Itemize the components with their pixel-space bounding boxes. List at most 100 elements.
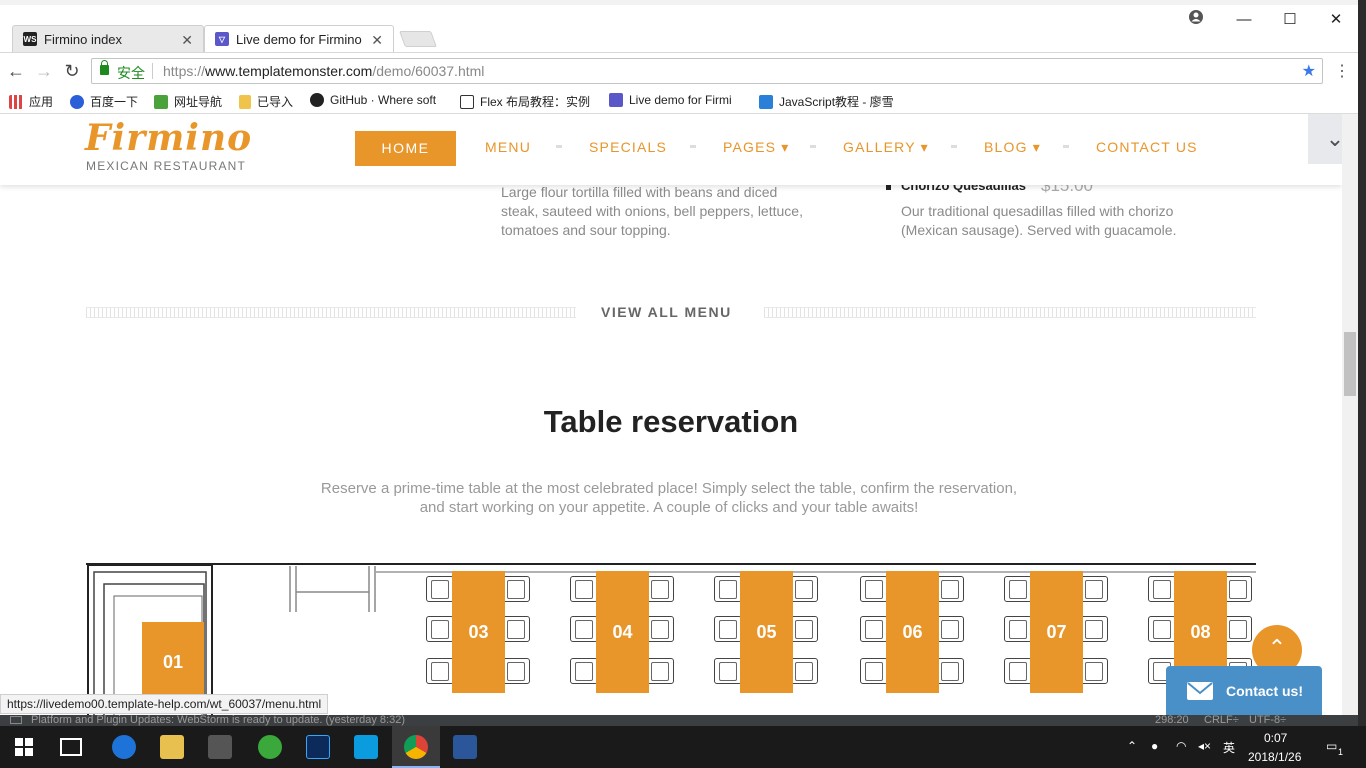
- window-top-edge: [0, 0, 1366, 5]
- chair: [570, 576, 598, 602]
- sublime-text-icon[interactable]: [208, 735, 232, 759]
- close-window-button[interactable]: ✕: [1326, 10, 1346, 30]
- word-icon[interactable]: [453, 735, 477, 759]
- browser-titlebar: WS Firmino index ✕ ▽ Live demo for Firmi…: [0, 0, 1366, 52]
- contact-widget-label: Contact us!: [1226, 683, 1303, 699]
- bookmark-flex-tutorial[interactable]: Flex 布局教程：实例: [460, 93, 596, 110]
- bookmark-star-icon[interactable]: ★: [1302, 61, 1316, 81]
- site-logo[interactable]: Firmino: [85, 117, 252, 159]
- table-03[interactable]: 03: [452, 571, 505, 693]
- contact-us-widget[interactable]: Contact us!: [1166, 666, 1322, 715]
- nav-home-button[interactable]: HOME: [355, 131, 456, 166]
- back-arrow-icon[interactable]: ←: [6, 61, 26, 81]
- ide-update-message[interactable]: Platform and Plugin Updates: WebStorm is…: [31, 715, 405, 726]
- chair: [860, 658, 888, 684]
- volume-muted-icon[interactable]: ◂×: [1198, 739, 1211, 753]
- webstorm-favicon-icon: WS: [23, 32, 37, 46]
- nav-separator: [810, 145, 816, 148]
- webstorm-icon[interactable]: [354, 735, 378, 759]
- notifications-icon[interactable]: ▭: [1326, 739, 1337, 753]
- table-06[interactable]: 06: [886, 571, 939, 693]
- clock-date[interactable]: 2018/1/26: [1248, 750, 1301, 764]
- menu-item-desc-line: steak, sauteed with onions, bell peppers…: [501, 203, 803, 219]
- url-text[interactable]: https://www.templatemonster.com/demo/600…: [163, 63, 484, 79]
- chair: [1080, 576, 1108, 602]
- address-bar[interactable]: 安全 https://www.templatemonster.com/demo/…: [91, 58, 1323, 84]
- chair: [1080, 658, 1108, 684]
- browser-toolbar: ← → ↻ 安全 https://www.templatemonster.com…: [0, 52, 1366, 88]
- web-page: Firmino MEXICAN RESTAURANT HOME MENU SPE…: [0, 114, 1342, 715]
- clock-time[interactable]: 0:07: [1264, 731, 1287, 745]
- view-all-menu-link[interactable]: VIEW ALL MENU: [601, 304, 732, 320]
- page-scrollbar-track[interactable]: [1342, 114, 1358, 715]
- chrome-taskbar-button-active[interactable]: [392, 726, 440, 768]
- chair: [1224, 576, 1252, 602]
- nav-separator: [556, 145, 562, 148]
- chair: [714, 658, 742, 684]
- bookmark-live-demo[interactable]: Live demo for Firmi: [609, 93, 745, 107]
- nav-contact-link[interactable]: CONTACT US: [1096, 139, 1198, 155]
- new-tab-button[interactable]: [399, 31, 437, 47]
- templatemonster-icon: [609, 93, 623, 107]
- photoshop-icon[interactable]: [306, 735, 330, 759]
- minimize-button[interactable]: —: [1234, 10, 1254, 30]
- close-tab-icon[interactable]: ✕: [181, 32, 193, 49]
- table-04[interactable]: 04: [596, 571, 649, 693]
- chair: [936, 658, 964, 684]
- bookmark-folder-imported[interactable]: 已导入: [239, 93, 293, 110]
- ide-caret-position[interactable]: 298:20: [1155, 715, 1189, 726]
- reservation-desc-line: and start working on your appetite. A co…: [419, 499, 919, 516]
- bookmark-github[interactable]: GitHub · Where soft: [310, 93, 448, 107]
- nav-blog-dropdown[interactable]: BLOG ▾: [984, 139, 1041, 156]
- chair: [1148, 576, 1176, 602]
- account-icon[interactable]: [1186, 10, 1206, 30]
- bookmarks-bar: 应用 百度一下 网址导航 已导入 GitHub · Where soft Fle…: [0, 88, 1366, 114]
- tab-live-demo[interactable]: ▽ Live demo for Firmino ✕: [204, 25, 394, 52]
- chair: [1148, 616, 1176, 642]
- table-01[interactable]: 01: [142, 622, 204, 702]
- windows-start-icon[interactable]: [15, 738, 33, 756]
- ide-encoding[interactable]: UTF-8÷: [1249, 715, 1286, 726]
- ide-line-separator[interactable]: CRLF÷: [1204, 715, 1239, 726]
- browser-menu-icon[interactable]: ⋮: [1334, 61, 1350, 81]
- page-scrollbar-thumb[interactable]: [1344, 332, 1356, 396]
- tab-title: Firmino index: [44, 31, 123, 47]
- folder-icon: [239, 94, 251, 109]
- file-explorer-icon[interactable]: [160, 735, 184, 759]
- table-07[interactable]: 07: [1030, 571, 1083, 693]
- floor-plan: 01 03 04 05 06 07 08: [86, 562, 1256, 715]
- ide-panel-icon[interactable]: [10, 716, 22, 724]
- bookmark-js-tutorial[interactable]: JavaScript教程 - 廖雪: [759, 93, 897, 110]
- nav-pages-dropdown[interactable]: PAGES ▾: [723, 139, 790, 156]
- chair: [714, 576, 742, 602]
- chrome-icon: [404, 735, 428, 759]
- chair: [1004, 616, 1032, 642]
- github-icon: [310, 93, 324, 107]
- chair: [1224, 616, 1252, 642]
- edge-browser-icon[interactable]: [112, 735, 136, 759]
- header-collapse-chevron-icon[interactable]: ⌄: [1308, 114, 1342, 164]
- lock-icon: [100, 60, 109, 75]
- bookmark-apps[interactable]: 应用: [9, 93, 53, 110]
- nav-specials-link[interactable]: SPECIALS: [589, 139, 667, 155]
- bookmark-hao123[interactable]: 网址导航: [154, 93, 222, 110]
- maximize-button[interactable]: ☐: [1280, 10, 1300, 30]
- nav-menu-link[interactable]: MENU: [485, 139, 531, 155]
- tab-firmino-index[interactable]: WS Firmino index ✕: [12, 25, 204, 52]
- table-05[interactable]: 05: [740, 571, 793, 693]
- task-view-icon[interactable]: [60, 738, 82, 756]
- wifi-icon[interactable]: ◠: [1176, 739, 1186, 753]
- close-tab-icon[interactable]: ✕: [371, 32, 383, 49]
- forward-arrow-icon[interactable]: →: [34, 61, 54, 81]
- chair: [936, 616, 964, 642]
- reload-icon[interactable]: ↻: [62, 61, 82, 81]
- qq-tray-icon[interactable]: ●: [1151, 739, 1158, 753]
- chair: [790, 576, 818, 602]
- bookmark-baidu[interactable]: 百度一下: [70, 93, 138, 110]
- templatemonster-favicon-icon: ▽: [215, 32, 229, 46]
- browser-360-icon[interactable]: [258, 735, 282, 759]
- nav-gallery-dropdown[interactable]: GALLERY ▾: [843, 139, 929, 156]
- tray-chevron-icon[interactable]: ⌃: [1127, 739, 1137, 753]
- ide-status-bar: Platform and Plugin Updates: WebStorm is…: [0, 715, 1358, 726]
- ime-indicator[interactable]: 英: [1223, 739, 1235, 756]
